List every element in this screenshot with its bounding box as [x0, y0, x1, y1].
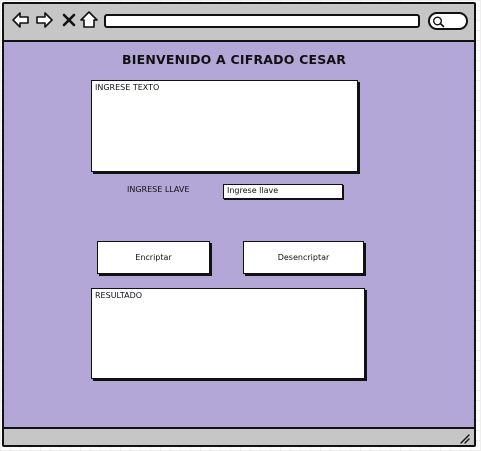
browser-toolbar	[4, 4, 474, 42]
search-field[interactable]	[428, 12, 468, 30]
status-bar	[4, 427, 474, 445]
result-text-area: RESULTADO	[91, 288, 365, 379]
key-input[interactable]: Ingrese llave	[223, 184, 343, 199]
home-icon[interactable]	[80, 11, 98, 29]
input-text-label: INGRESE TEXTO	[95, 83, 160, 92]
encrypt-button[interactable]: Encriptar	[97, 241, 210, 274]
search-icon	[433, 16, 445, 28]
result-label: RESULTADO	[95, 291, 143, 300]
resize-grip-icon[interactable]	[458, 432, 470, 444]
input-text-area[interactable]: INGRESE TEXTO	[91, 80, 358, 172]
forward-icon[interactable]	[35, 11, 53, 29]
browser-window: BIENVENIDO A CIFRADO CESAR INGRESE TEXTO…	[2, 2, 476, 447]
back-icon[interactable]	[12, 11, 30, 29]
close-icon[interactable]	[60, 11, 78, 29]
decrypt-button[interactable]: Desencriptar	[243, 241, 364, 274]
key-label: INGRESE LLAVE	[127, 185, 190, 194]
address-bar[interactable]	[104, 14, 420, 28]
page-title: BIENVENIDO A CIFRADO CESAR	[122, 52, 347, 67]
